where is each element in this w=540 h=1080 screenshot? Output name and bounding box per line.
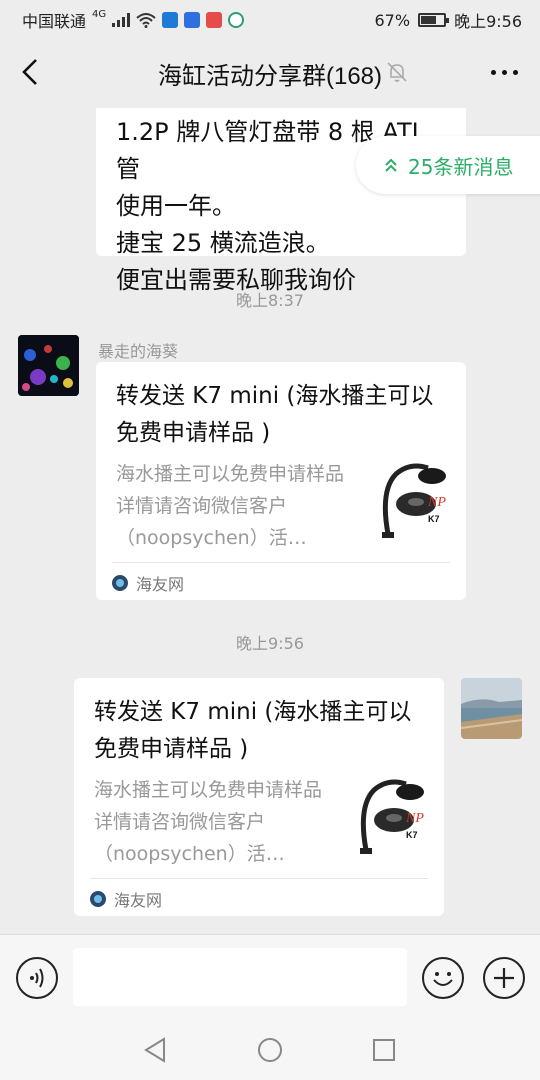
card-description: 海水播主可以免费申请样品详情请咨询微信客户（noopsychen）活… (94, 779, 323, 865)
card-description: 海水播主可以免费申请样品详情请咨询微信客户（noopsychen）活… (116, 463, 345, 549)
voice-wave-icon (30, 968, 44, 988)
battery-icon (418, 13, 450, 27)
status-bar: 中国联通 4G 67% 晚上9:56 (0, 0, 540, 36)
timestamp: 晚上8:37 (236, 291, 304, 310)
beach-avatar-image (461, 678, 522, 739)
avatar[interactable] (18, 335, 79, 396)
chat-message-list[interactable]: 1.2P 牌八管灯盘带 8 根 ATI 管 使用一年。 捷宝 25 横流造浪。 … (0, 108, 540, 934)
emoji-button[interactable] (422, 957, 464, 999)
link-card-message[interactable]: 转发送 K7 mini (海水播主可以免费申请样品 ) 海水播主可以免费申请样品… (96, 362, 466, 600)
card-title: 转发送 K7 mini (海水播主可以免费申请样品 ) (116, 383, 434, 446)
avatar[interactable] (461, 678, 522, 739)
card-source-label: 海友网 (136, 575, 185, 594)
battery-percent: 67% (374, 10, 411, 30)
source-site-icon (112, 575, 128, 591)
svg-text:K7: K7 (406, 830, 418, 840)
chat-header: 海缸活动分享群(168) (0, 36, 540, 108)
double-chevron-up-icon (385, 158, 397, 172)
svg-text:NP: NP (405, 811, 424, 826)
chat-app-icon (228, 12, 245, 28)
input-bar (0, 934, 540, 1018)
voice-input-button[interactable] (16, 957, 58, 999)
network-type: 4G (92, 8, 107, 20)
more-options-button[interactable] (491, 70, 518, 75)
message-input[interactable] (73, 948, 407, 1006)
new-messages-pill[interactable]: 25条新消息 (356, 136, 540, 194)
product-lamp-thumbnail: NP K7 (376, 460, 450, 542)
card-source-label: 海友网 (114, 891, 163, 910)
svg-text:NP: NP (427, 495, 446, 510)
baidu-app-icon (184, 12, 201, 28)
clock: 晚上9:56 (454, 12, 522, 31)
wifi-icon (136, 13, 156, 28)
product-lamp-thumbnail: NP K7 (354, 776, 428, 858)
link-card-message[interactable]: 转发送 K7 mini (海水播主可以免费申请样品 ) 海水播主可以免费申请样品… (74, 678, 444, 916)
source-site-icon (90, 891, 106, 907)
nav-home-icon[interactable] (256, 1036, 284, 1064)
signal-icon (112, 13, 131, 27)
reef-avatar-image (18, 335, 79, 396)
plus-icon (494, 968, 514, 988)
smiley-icon (433, 972, 453, 986)
shield-app-icon (162, 12, 179, 28)
more-functions-button[interactable] (483, 957, 525, 999)
svg-text:K7: K7 (428, 514, 440, 524)
carrier-label: 中国联通 (22, 12, 87, 31)
card-title: 转发送 K7 mini (海水播主可以免费申请样品 ) (94, 699, 412, 762)
new-messages-label: 25条新消息 (408, 154, 514, 179)
nav-back-icon[interactable] (142, 1036, 170, 1064)
card-source: 海友网 (90, 878, 428, 911)
nav-recents-icon[interactable] (370, 1036, 398, 1064)
mute-bell-icon (387, 62, 407, 82)
card-source: 海友网 (112, 562, 450, 595)
message-line: 捷宝 25 横流造浪。 (116, 229, 330, 257)
system-nav-bar (0, 1018, 540, 1080)
news-app-icon (206, 12, 223, 28)
group-title: 海缸活动分享群(168) (157, 63, 383, 90)
sender-name: 暴走的海葵 (98, 342, 179, 361)
timestamp: 晚上9:56 (236, 634, 304, 653)
